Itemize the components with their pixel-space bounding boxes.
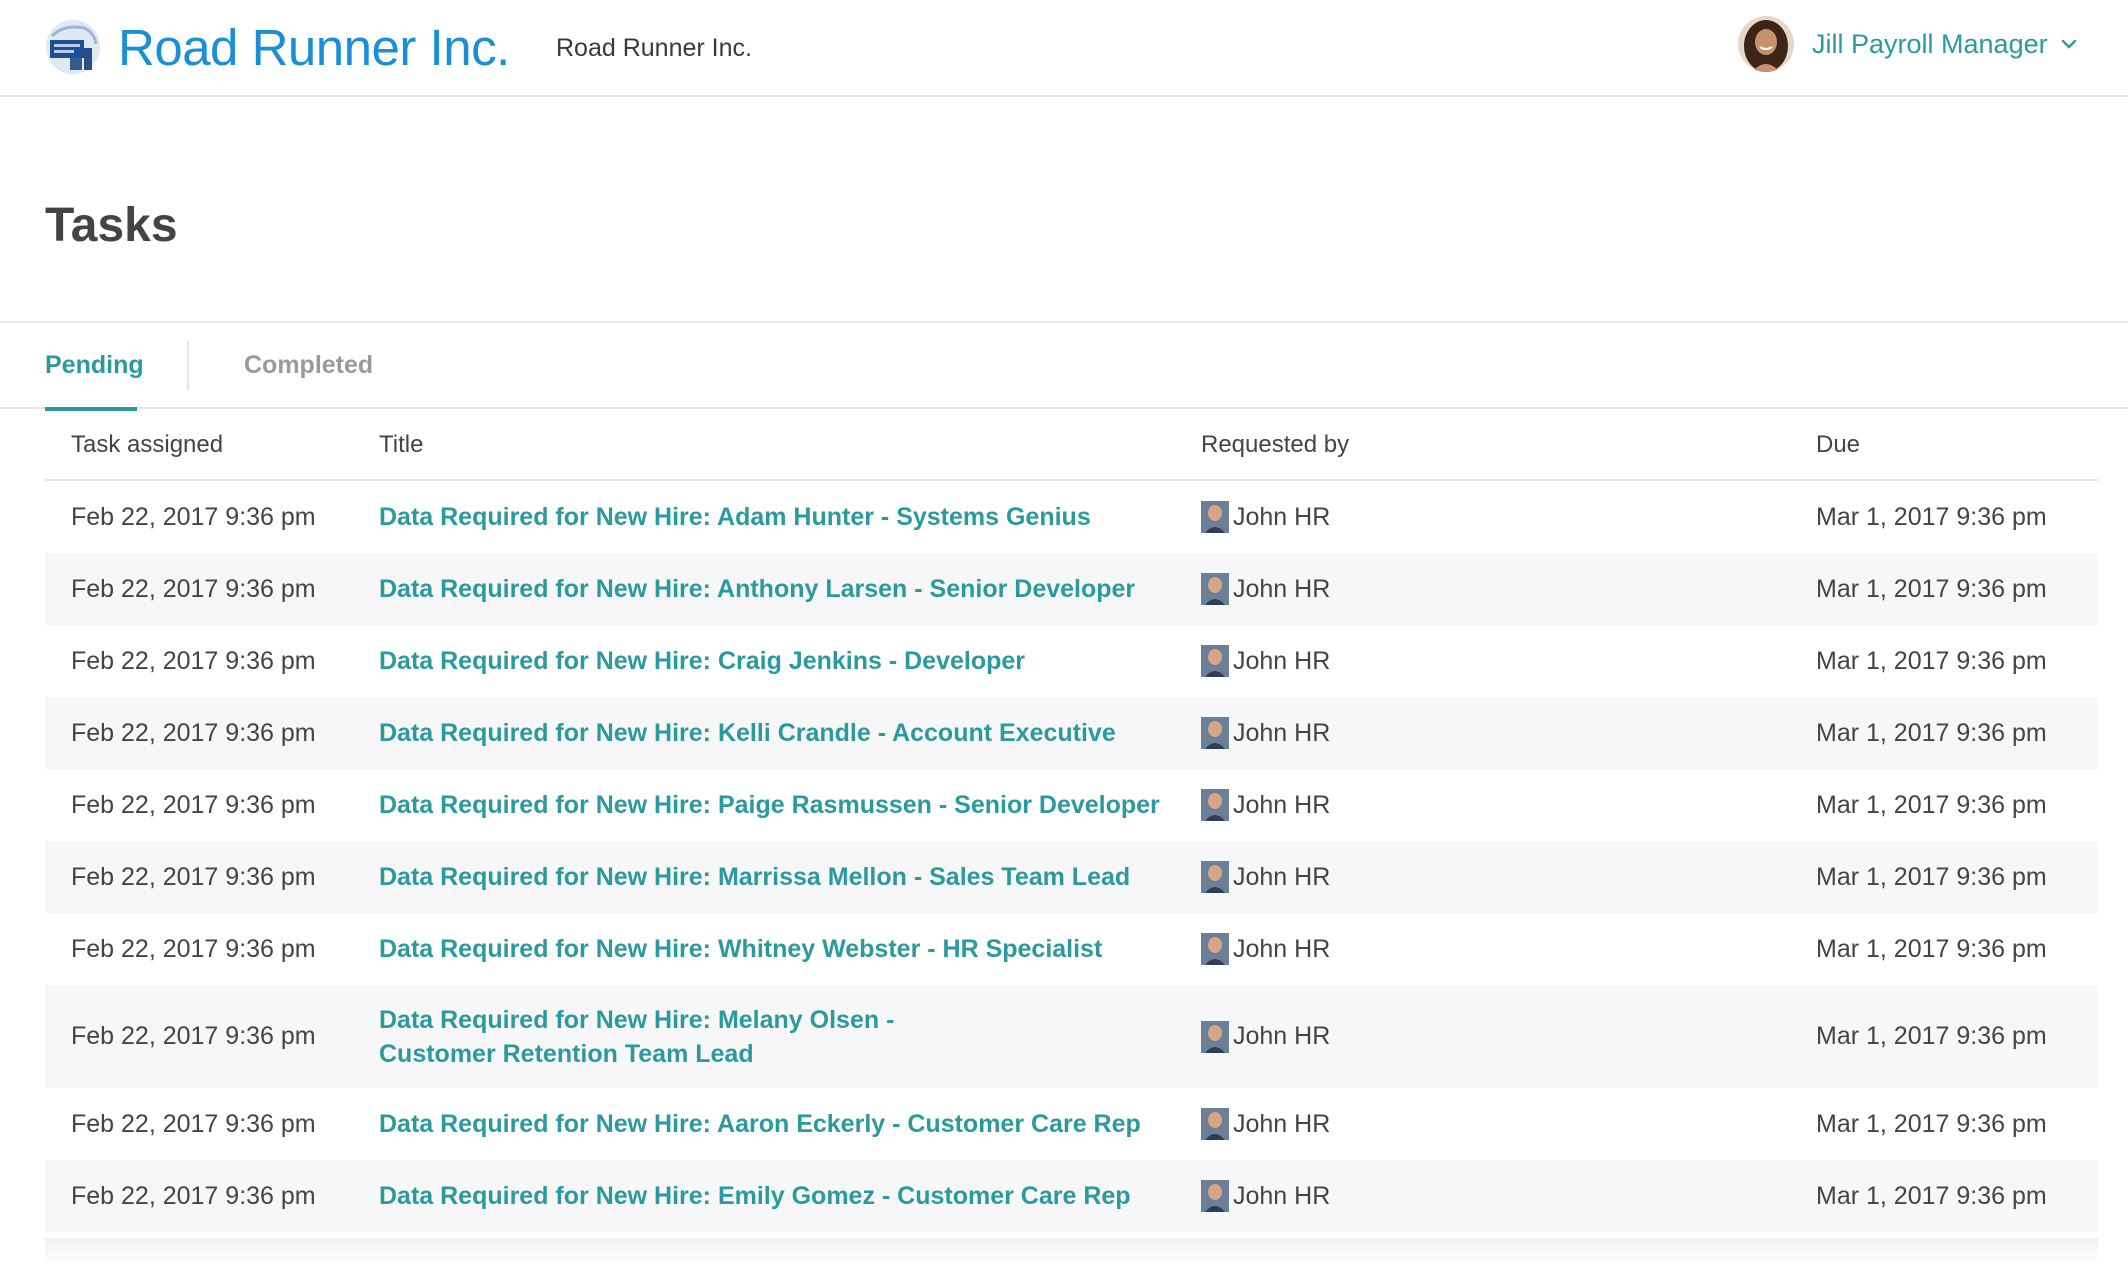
requested-by: John HR [1201,553,1501,625]
table-row: Feb 22, 2017 9:36 pm Data Required for N… [45,625,2098,697]
column-header-title[interactable]: Title [379,409,423,481]
task-title-link[interactable]: Data Required for New Hire: Melany Olsen… [379,985,939,1088]
user-name: Jill Payroll Manager [1812,29,2048,59]
table-row: Feb 22, 2017 9:36 pm Data Required for N… [45,1088,2098,1160]
task-due-date: Mar 1, 2017 9:36 pm [1816,1181,2047,1210]
table-header: Task assigned Title Requested by Due [45,409,2098,481]
requester-name: John HR [1233,502,1331,531]
requester-name: John HR [1233,646,1331,675]
task-assigned-date: Feb 22, 2017 9:36 pm [71,1022,316,1050]
task-title-link[interactable]: Data Required for New Hire: Paige Rasmus… [379,769,1179,841]
requested-by: John HR [1201,625,1501,697]
table-row: Feb 22, 2017 9:36 pm Data Required for N… [45,985,2098,1088]
task-title-link[interactable]: Data Required for New Hire: Emily Gomez … [379,1160,1179,1232]
requester-name: John HR [1233,934,1331,963]
column-header-requested-by[interactable]: Requested by [1201,409,1349,481]
task-title-link[interactable]: Data Required for New Hire: Marrissa Mel… [379,841,1179,913]
task-title-link[interactable]: Data Required for New Hire: Whitney Webs… [379,913,1179,985]
chevron-down-icon[interactable] [2060,35,2078,53]
table-row: Feb 22, 2017 9:36 pm Data Required for N… [45,913,2098,985]
task-assigned-date: Feb 22, 2017 9:36 pm [71,1181,316,1210]
task-due-date: Mar 1, 2017 9:36 pm [1816,502,2047,531]
table-bottom-shadow [45,1238,2098,1266]
task-assigned-date: Feb 22, 2017 9:36 pm [71,646,316,675]
requested-by: John HR [1201,841,1501,913]
column-header-task-assigned[interactable]: Task assigned [71,409,223,481]
company-name: Road Runner Inc. [556,34,752,62]
tab-bar: Pending Completed [0,323,2128,411]
requested-by: John HR [1201,769,1501,841]
task-assigned-date: Feb 22, 2017 9:36 pm [71,790,316,819]
requested-by: John HR [1201,1160,1501,1232]
task-assigned-date: Feb 22, 2017 9:36 pm [71,862,316,891]
task-due-date: Mar 1, 2017 9:36 pm [1816,1109,2047,1138]
task-due-date: Mar 1, 2017 9:36 pm [1816,646,2047,675]
task-assigned-date: Feb 22, 2017 9:36 pm [71,934,316,963]
table-row: Feb 22, 2017 9:36 pm Data Required for N… [45,769,2098,841]
task-title-link[interactable]: Data Required for New Hire: Anthony Lars… [379,553,1179,625]
requester-name: John HR [1233,1022,1331,1050]
requester-avatar [1201,717,1229,749]
table-row: Feb 22, 2017 9:36 pm Data Required for N… [45,553,2098,625]
requester-avatar [1201,1108,1229,1140]
requester-avatar [1201,645,1229,677]
requester-avatar [1201,573,1229,605]
tasks-table: Task assigned Title Requested by Due Feb… [45,409,2098,1232]
task-title-link[interactable]: Data Required for New Hire: Adam Hunter … [379,481,1179,553]
requester-avatar [1201,501,1229,533]
requester-name: John HR [1233,1109,1331,1138]
requester-avatar [1201,1020,1229,1053]
brand-name[interactable]: Road Runner Inc. [118,14,510,82]
task-title-link[interactable]: Data Required for New Hire: Kelli Crandl… [379,697,1179,769]
task-due-date: Mar 1, 2017 9:36 pm [1816,718,2047,747]
user-avatar [1738,16,1794,72]
tab-separator [187,341,189,391]
requested-by: John HR [1201,481,1501,553]
requester-avatar [1201,1180,1229,1212]
requested-by: John HR [1201,985,1501,1088]
table-row: Feb 22, 2017 9:36 pm Data Required for N… [45,697,2098,769]
task-assigned-date: Feb 22, 2017 9:36 pm [71,1109,316,1138]
requested-by: John HR [1201,1088,1501,1160]
task-due-date: Mar 1, 2017 9:36 pm [1816,574,2047,603]
tab-completed[interactable]: Completed [244,323,373,409]
requester-name: John HR [1233,718,1331,747]
task-assigned-date: Feb 22, 2017 9:36 pm [71,574,316,603]
requester-name: John HR [1233,862,1331,891]
task-due-date: Mar 1, 2017 9:36 pm [1816,934,2047,963]
task-due-date: Mar 1, 2017 9:36 pm [1816,1022,2047,1050]
requested-by: John HR [1201,697,1501,769]
requested-by: John HR [1201,913,1501,985]
tab-pending[interactable]: Pending [45,323,144,411]
column-header-due[interactable]: Due [1816,409,1860,481]
table-row: Feb 22, 2017 9:36 pm Data Required for N… [45,481,2098,553]
task-due-date: Mar 1, 2017 9:36 pm [1816,862,2047,891]
user-menu[interactable]: Jill Payroll Manager [1738,16,2078,72]
requester-avatar [1201,789,1229,821]
requester-name: John HR [1233,574,1331,603]
table-row: Feb 22, 2017 9:36 pm Data Required for N… [45,1160,2098,1232]
requester-name: John HR [1233,1181,1331,1210]
task-due-date: Mar 1, 2017 9:36 pm [1816,790,2047,819]
requester-avatar [1201,861,1229,893]
requester-avatar [1201,933,1229,965]
task-assigned-date: Feb 22, 2017 9:36 pm [71,718,316,747]
task-assigned-date: Feb 22, 2017 9:36 pm [71,502,316,531]
page-title: Tasks [45,199,178,252]
table-row: Feb 22, 2017 9:36 pm Data Required for N… [45,841,2098,913]
requester-name: John HR [1233,790,1331,819]
company-logo[interactable] [44,18,102,76]
task-title-link[interactable]: Data Required for New Hire: Craig Jenkin… [379,625,1179,697]
top-bar: Road Runner Inc. Road Runner Inc. Jill P… [0,0,2128,97]
task-title-link[interactable]: Data Required for New Hire: Aaron Eckerl… [379,1088,1179,1160]
